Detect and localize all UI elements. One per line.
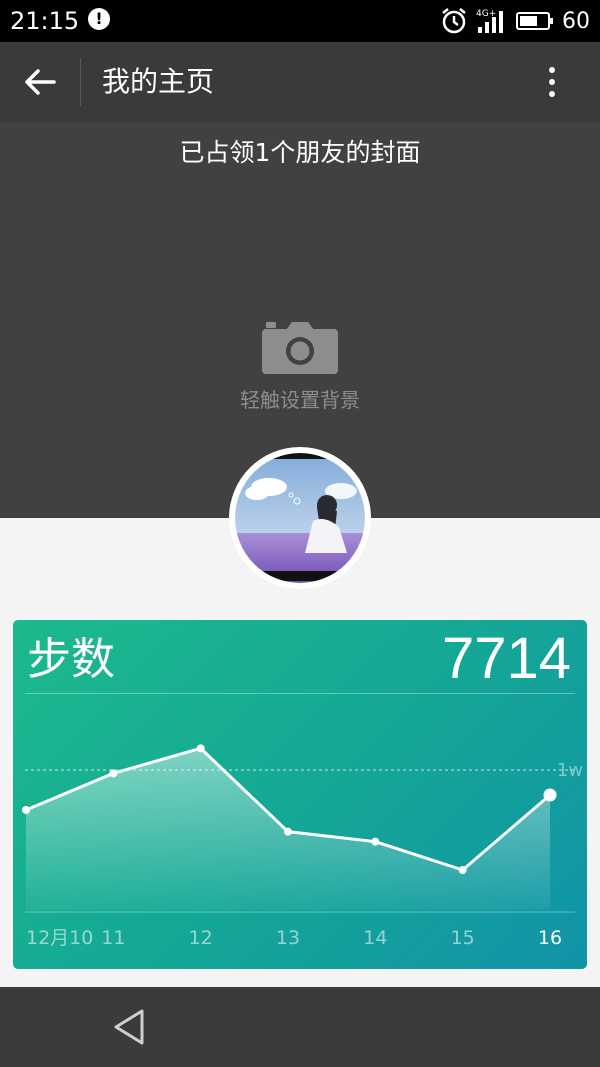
nav-back-icon[interactable] <box>108 1007 152 1047</box>
data-point <box>458 866 467 874</box>
battery-icon <box>516 12 553 30</box>
x-tick-label: 12月10 <box>26 927 93 949</box>
x-tick-label: 13 <box>276 927 300 949</box>
set-background-hint[interactable]: 轻触设置背景 <box>0 384 600 416</box>
x-tick-label: 15 <box>451 927 475 949</box>
nav-bar <box>0 987 600 1067</box>
more-vert-icon[interactable] <box>542 64 562 100</box>
x-tick-labels: 12月10 11 12 13 14 15 16 <box>26 927 562 949</box>
steps-card[interactable]: 步数 7714 1w 12月10 11 12 13 14 15 16 <box>13 620 587 969</box>
x-tick-label: 16 <box>538 927 562 949</box>
x-tick-label: 11 <box>101 927 125 949</box>
page-title: 我的主页 <box>102 65 215 98</box>
data-point <box>543 788 557 802</box>
cover-caption: 已占领1个朋友的封面 <box>179 138 421 167</box>
steps-chart: 1w 12月10 11 12 13 14 15 16 <box>22 744 583 949</box>
signal-icon: 4G+ <box>476 9 503 33</box>
goal-label: 1w <box>557 760 583 781</box>
appbar-divider <box>80 58 81 106</box>
status-right: 4G+ 60 <box>440 6 590 36</box>
app-bar: 我的主页 <box>0 42 600 122</box>
data-point <box>371 837 380 846</box>
data-point <box>22 806 30 814</box>
camera-icon[interactable] <box>262 320 338 376</box>
data-point <box>284 827 292 836</box>
x-tick-label: 14 <box>363 927 387 949</box>
status-time: 21:15 <box>10 7 80 35</box>
chart-marks <box>22 744 557 910</box>
avatar-image <box>231 449 369 587</box>
avatar[interactable] <box>229 447 371 589</box>
data-point <box>109 769 118 778</box>
battery-level: 60 <box>562 8 590 34</box>
alarm-icon <box>442 8 466 34</box>
x-tick-label: 12 <box>189 927 213 949</box>
data-point <box>196 744 205 753</box>
alert-icon: ! <box>88 8 110 30</box>
back-arrow-icon[interactable] <box>18 62 62 102</box>
status-bar: 21:15 ! 4G+ 60 <box>0 0 600 42</box>
